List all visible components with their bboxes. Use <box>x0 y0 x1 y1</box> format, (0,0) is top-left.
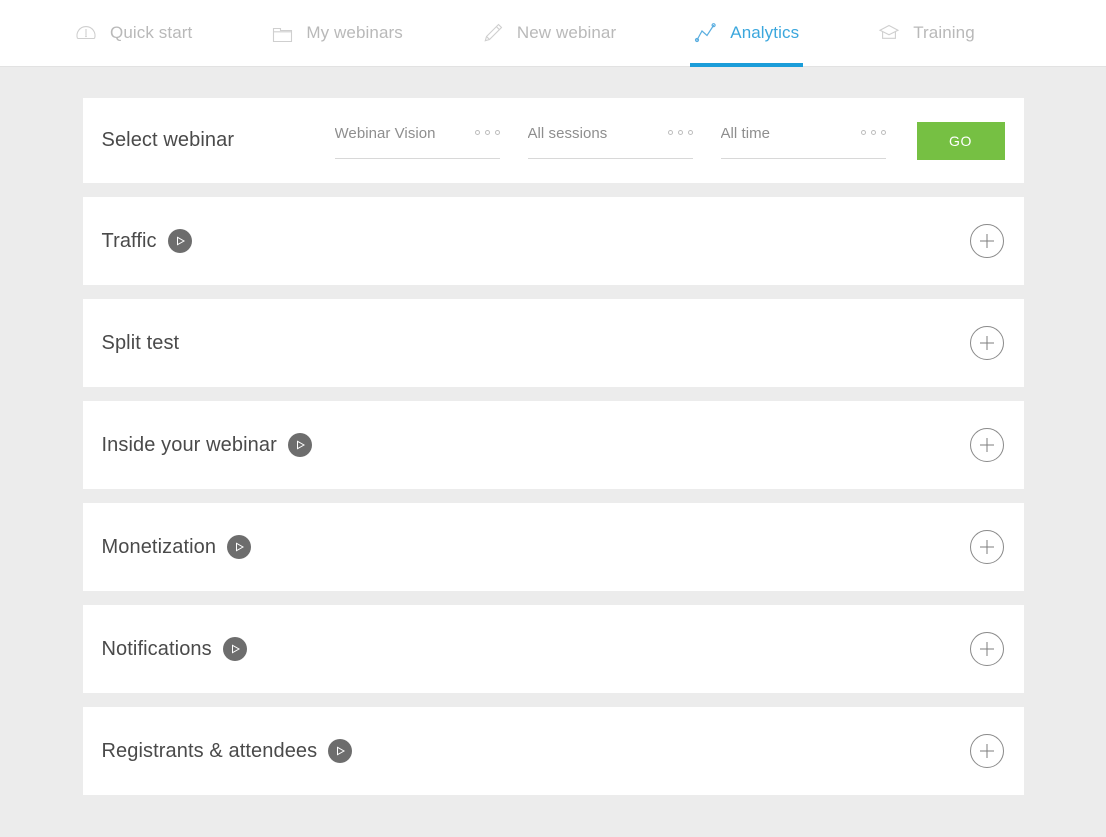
pencil-icon <box>481 21 505 45</box>
select-webinar-title: Select webinar <box>102 129 335 152</box>
nav-item-my-webinars[interactable]: My webinars <box>266 0 407 66</box>
section-monetization[interactable]: Monetization <box>83 503 1024 591</box>
go-button[interactable]: GO <box>917 122 1005 160</box>
line-chart-icon <box>694 21 718 45</box>
section-notifications[interactable]: Notifications <box>83 605 1024 693</box>
sessions-picker[interactable]: All sessions <box>528 122 693 159</box>
section-header: Monetization <box>102 535 252 559</box>
webinar-picker[interactable]: Webinar Vision <box>335 122 500 159</box>
webinar-picker-value: Webinar Vision <box>335 122 436 142</box>
section-traffic[interactable]: Traffic <box>83 197 1024 285</box>
active-tab-underline <box>690 63 803 67</box>
section-header: Registrants & attendees <box>102 739 353 763</box>
expand-section-button[interactable] <box>970 428 1004 462</box>
three-dots-icon[interactable] <box>475 122 500 135</box>
expand-section-button[interactable] <box>970 734 1004 768</box>
expand-section-button[interactable] <box>970 224 1004 258</box>
nav-item-new-webinar[interactable]: New webinar <box>477 0 620 66</box>
three-dots-icon[interactable] <box>668 122 693 135</box>
nav-item-analytics[interactable]: Analytics <box>690 0 803 66</box>
section-title: Notifications <box>102 638 212 661</box>
nav-label: Training <box>913 23 975 43</box>
play-icon[interactable] <box>223 637 247 661</box>
section-header: Notifications <box>102 637 247 661</box>
expand-section-button[interactable] <box>970 632 1004 666</box>
folder-icon <box>270 21 294 45</box>
section-split-test[interactable]: Split test <box>83 299 1024 387</box>
sessions-picker-value: All sessions <box>528 122 608 142</box>
nav-label: Analytics <box>730 23 799 43</box>
section-header: Split test <box>102 332 180 355</box>
section-title: Traffic <box>102 230 157 253</box>
nav-label: My webinars <box>306 23 403 43</box>
section-header: Traffic <box>102 229 192 253</box>
time-range-picker-value: All time <box>721 122 771 142</box>
play-icon[interactable] <box>168 229 192 253</box>
section-title: Registrants & attendees <box>102 740 318 763</box>
select-webinar-panel: Select webinar Webinar Vision All sessio… <box>83 98 1024 183</box>
expand-section-button[interactable] <box>970 530 1004 564</box>
main-navigation: Quick start My webinars New webinar <box>0 0 1106 67</box>
section-registrants-attendees[interactable]: Registrants & attendees <box>83 707 1024 795</box>
graduation-cap-icon <box>877 21 901 45</box>
expand-section-button[interactable] <box>970 326 1004 360</box>
section-title: Monetization <box>102 536 217 559</box>
play-icon[interactable] <box>328 739 352 763</box>
nav-item-training[interactable]: Training <box>873 0 979 66</box>
time-range-picker[interactable]: All time <box>721 122 886 159</box>
nav-label: Quick start <box>110 23 192 43</box>
section-title: Split test <box>102 332 180 355</box>
play-icon[interactable] <box>288 433 312 457</box>
section-header: Inside your webinar <box>102 433 312 457</box>
play-icon[interactable] <box>227 535 251 559</box>
analytics-content: Select webinar Webinar Vision All sessio… <box>0 67 1106 795</box>
section-title: Inside your webinar <box>102 434 277 457</box>
gauge-icon <box>74 21 98 45</box>
nav-label: New webinar <box>517 23 616 43</box>
section-inside-your-webinar[interactable]: Inside your webinar <box>83 401 1024 489</box>
three-dots-icon[interactable] <box>861 122 886 135</box>
nav-item-quick-start[interactable]: Quick start <box>70 0 196 66</box>
